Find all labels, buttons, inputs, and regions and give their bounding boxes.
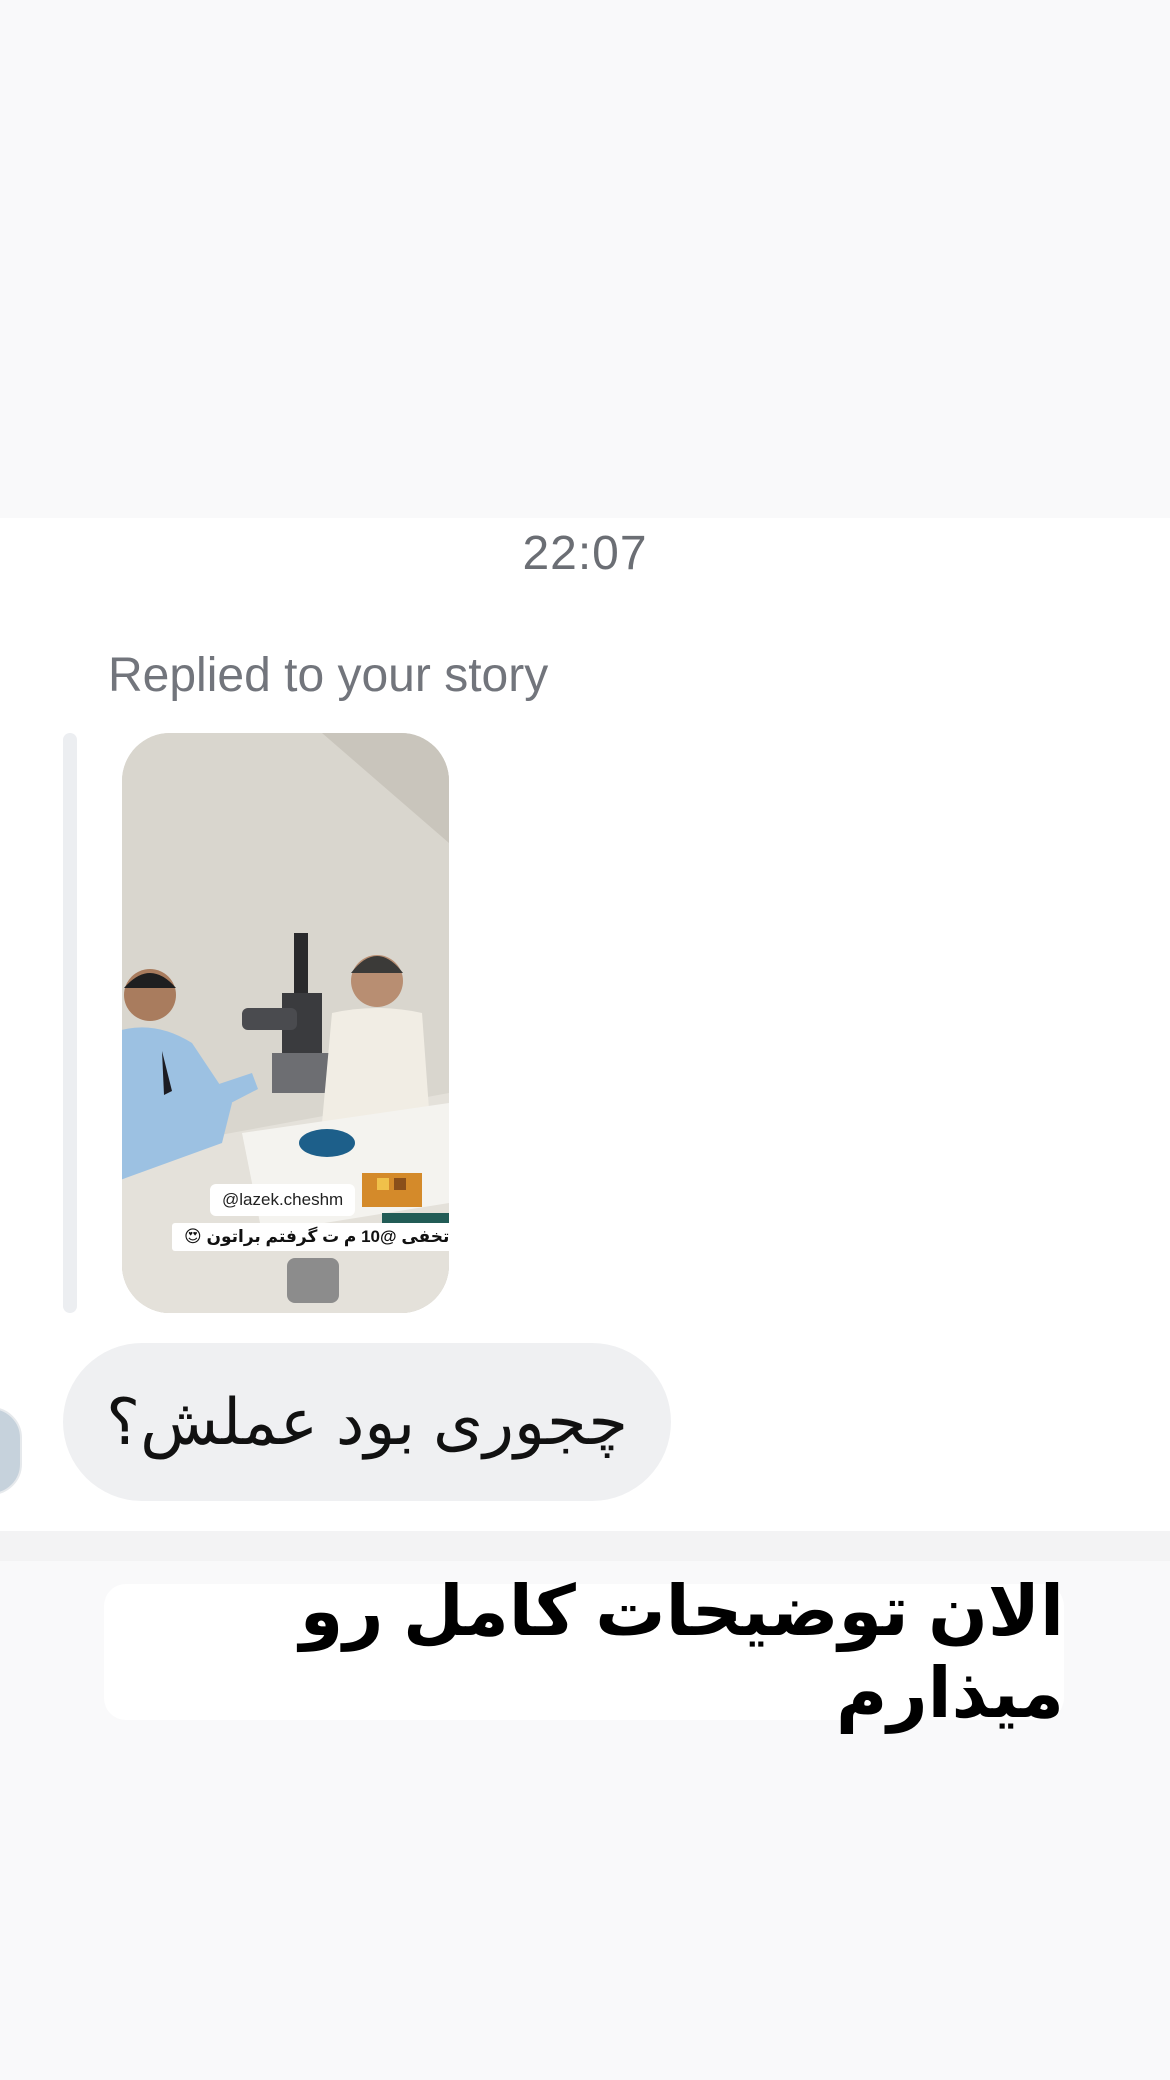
story-caption-sticker: تخفی @10 م ت گرفتم براتون 😍 [172, 1223, 449, 1251]
overlay-caption: الان توضیحات کامل رو میذارم [104, 1572, 1064, 1732]
message-bubble[interactable]: چجوری بود عملش؟ [63, 1343, 671, 1501]
section-divider [0, 1531, 1170, 1561]
reply-quote-bar [63, 733, 77, 1313]
story-thumbnail[interactable]: @lazek.cheshm تخفی @10 م ت گرفتم براتون … [122, 733, 449, 1313]
story-handle-sticker: @lazek.cheshm [210, 1184, 356, 1216]
story-reply-label: Replied to your story [108, 649, 549, 702]
message-timestamp: 22:07 [522, 527, 648, 580]
